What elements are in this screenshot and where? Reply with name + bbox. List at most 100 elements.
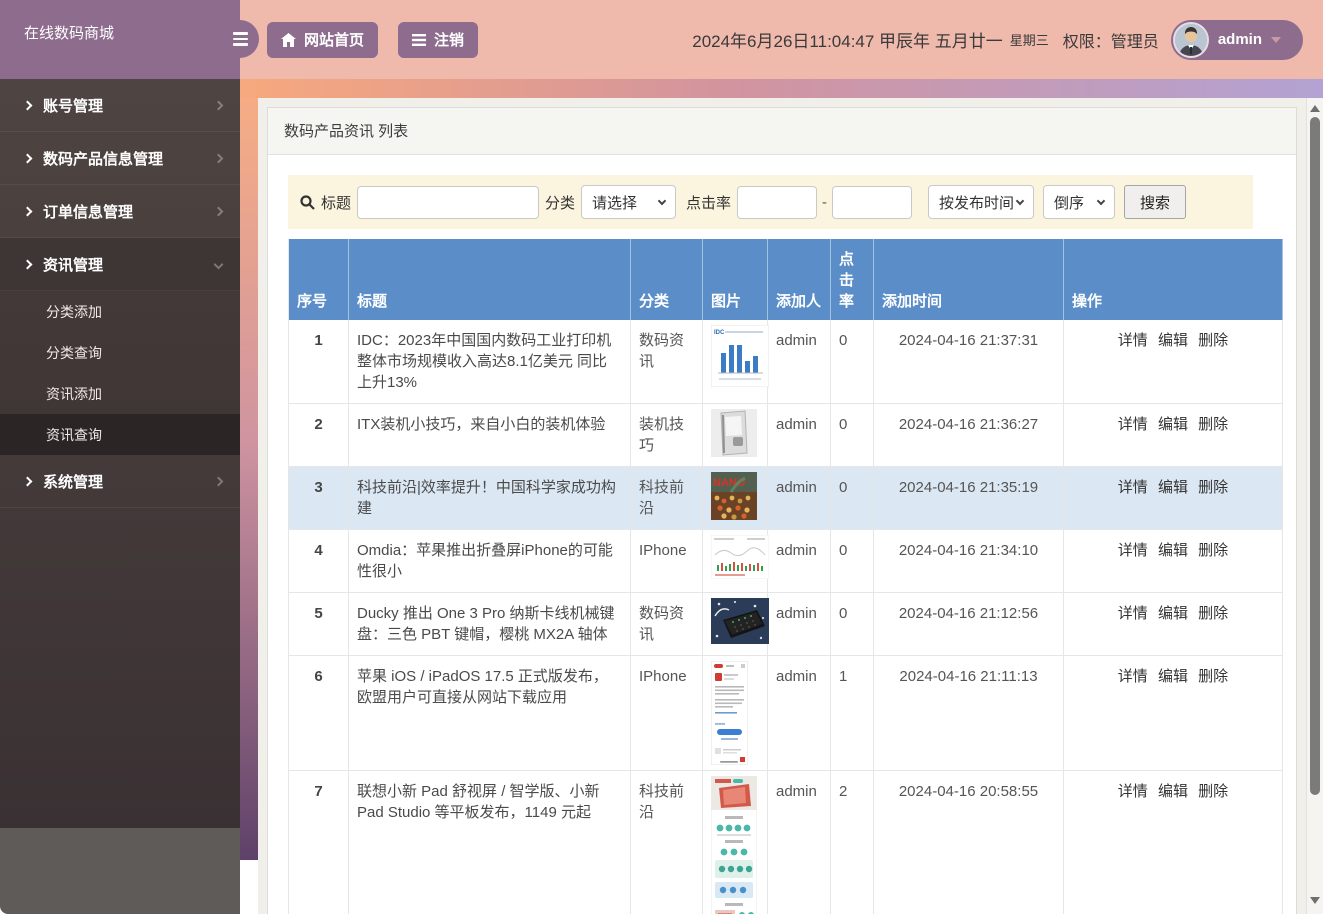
article-title: 科技前沿|效率提升！中国科学家成功构建 bbox=[348, 466, 631, 530]
sidebar: 账号管理 数码产品信息管理 订单信息管理 资讯管理 分类添加 分类查询 资讯添加… bbox=[0, 79, 240, 828]
article-time: 2024-04-16 21:12:56 bbox=[873, 592, 1064, 656]
title-search-input[interactable] bbox=[357, 185, 540, 219]
edit-link[interactable]: 编辑 bbox=[1158, 783, 1188, 800]
col-header-actions: 操作 bbox=[1063, 239, 1283, 320]
delete-link[interactable]: 删除 bbox=[1198, 332, 1228, 349]
chevron-right-icon bbox=[213, 153, 224, 163]
article-clicks: 0 bbox=[830, 320, 874, 404]
news-list-panel: 数码产品资讯 列表 标题 分类 请选择 点击率 - 按发布时间 倒序 搜索 序号… bbox=[267, 107, 1297, 914]
app-title: 在线数码商城 bbox=[0, 0, 240, 79]
home-icon bbox=[281, 32, 296, 47]
delete-link[interactable]: 删除 bbox=[1198, 542, 1228, 559]
search-icon bbox=[300, 194, 315, 210]
article-time: 2024-04-16 20:58:55 bbox=[873, 770, 1064, 914]
article-adder: admin bbox=[767, 770, 831, 914]
table-row: 6 苹果 iOS / iPadOS 17.5 正式版发布，欧盟用户可直接从网站下… bbox=[288, 655, 1283, 771]
col-header-image: 图片 bbox=[702, 239, 768, 320]
article-time: 2024-04-16 21:36:27 bbox=[873, 403, 1064, 467]
datetime-text: 2024年6月26日11:04:47 甲辰年 五月廿一 bbox=[692, 32, 1003, 51]
category-select[interactable]: 请选择 bbox=[581, 185, 677, 219]
delete-link[interactable]: 删除 bbox=[1198, 668, 1228, 685]
article-category: 科技前沿 bbox=[630, 466, 703, 530]
chevron-right-icon bbox=[213, 476, 224, 486]
title-search-label: 标题 bbox=[321, 194, 352, 212]
bar-chart-thumbnail: IDC bbox=[711, 325, 769, 387]
row-index: 1 bbox=[288, 320, 349, 404]
table-row: 5 Ducky 推出 One 3 Pro 纳斯卡线机械键盘：三色 PBT 键帽，… bbox=[288, 592, 1283, 656]
article-category: 数码资讯 bbox=[630, 320, 703, 404]
delete-link[interactable]: 删除 bbox=[1198, 416, 1228, 433]
sidebar-subitem-category-query[interactable]: 分类查询 bbox=[0, 332, 240, 373]
article-title: Ducky 推出 One 3 Pro 纳斯卡线机械键盘：三色 PBT 键帽，樱桃… bbox=[348, 592, 631, 656]
home-button[interactable]: 网站首页 bbox=[267, 21, 379, 58]
sidebar-item-account[interactable]: 账号管理 bbox=[0, 79, 240, 132]
sort-field-select[interactable]: 按发布时间 bbox=[928, 185, 1035, 219]
news-submenu: 分类添加 分类查询 资讯添加 资讯查询 bbox=[0, 291, 240, 455]
app-window: 在线数码商城 账号管理 数码产品信息管理 订单信息管理 资讯管理 分类添加 分类… bbox=[0, 0, 1323, 914]
scroll-down-arrow-icon[interactable] bbox=[1310, 897, 1320, 904]
user-menu[interactable]: admin bbox=[1170, 19, 1303, 60]
detail-link[interactable]: 详情 bbox=[1118, 479, 1148, 496]
table-header-row: 序号 标题 分类 图片 添加人 点击率 添加时间 操作 bbox=[288, 239, 1283, 320]
edit-link[interactable]: 编辑 bbox=[1158, 479, 1188, 496]
sidebar-toggle-button[interactable] bbox=[221, 20, 259, 58]
article-category: IPhone bbox=[630, 655, 703, 771]
sidebar-item-news[interactable]: 资讯管理 bbox=[0, 238, 240, 291]
chevron-right-icon bbox=[22, 206, 33, 216]
clicks-max-input[interactable] bbox=[832, 185, 913, 219]
edit-link[interactable]: 编辑 bbox=[1158, 668, 1188, 685]
row-index: 6 bbox=[288, 655, 349, 771]
article-adder: admin bbox=[767, 403, 831, 467]
vertical-scrollbar[interactable] bbox=[1306, 98, 1323, 914]
logout-button[interactable]: 注销 bbox=[398, 21, 479, 58]
gradient-sliver bbox=[240, 98, 258, 860]
chevron-right-icon bbox=[22, 259, 33, 269]
sidebar-item-products[interactable]: 数码产品信息管理 bbox=[0, 132, 240, 185]
detail-link[interactable]: 详情 bbox=[1118, 416, 1148, 433]
category-label: 分类 bbox=[545, 194, 576, 212]
detail-link[interactable]: 详情 bbox=[1118, 668, 1148, 685]
edit-link[interactable]: 编辑 bbox=[1158, 332, 1188, 349]
sidebar-subitem-category-add[interactable]: 分类添加 bbox=[0, 291, 240, 332]
delete-link[interactable]: 删除 bbox=[1198, 783, 1228, 800]
detail-link[interactable]: 详情 bbox=[1118, 605, 1148, 622]
tablet-infographic-thumbnail bbox=[711, 776, 757, 914]
edit-link[interactable]: 编辑 bbox=[1158, 542, 1188, 559]
article-clicks: 0 bbox=[830, 403, 874, 467]
article-title: IDC：2023年中国国内数码工业打印机整体市场规模收入高达8.1亿美元 同比上… bbox=[348, 320, 631, 404]
scroll-up-arrow-icon[interactable] bbox=[1310, 105, 1320, 112]
detail-link[interactable]: 详情 bbox=[1118, 332, 1148, 349]
table-row: 4 Omdia：苹果推出折叠屏iPhone的可能性很小 IPhone admin… bbox=[288, 529, 1283, 593]
search-bar: 标题 分类 请选择 点击率 - 按发布时间 倒序 搜索 bbox=[288, 175, 1253, 229]
delete-link[interactable]: 删除 bbox=[1198, 479, 1228, 496]
chevron-right-icon bbox=[22, 476, 33, 486]
sidebar-item-orders[interactable]: 订单信息管理 bbox=[0, 185, 240, 238]
sidebar-subitem-news-add[interactable]: 资讯添加 bbox=[0, 373, 240, 414]
row-index: 2 bbox=[288, 403, 349, 467]
row-index: 3 bbox=[288, 466, 349, 530]
sidebar-footer bbox=[0, 828, 240, 914]
sort-order-select[interactable]: 倒序 bbox=[1043, 185, 1116, 219]
dropdown-caret-icon bbox=[1271, 36, 1281, 43]
article-time: 2024-04-16 21:35:19 bbox=[873, 466, 1064, 530]
sidebar-subitem-news-query[interactable]: 资讯查询 bbox=[0, 414, 240, 455]
clicks-min-input[interactable] bbox=[737, 185, 818, 219]
sidebar-item-system[interactable]: 系统管理 bbox=[0, 455, 240, 508]
article-title: ITX装机小技巧，来自小白的装机体验 bbox=[348, 403, 631, 467]
edit-link[interactable]: 编辑 bbox=[1158, 605, 1188, 622]
detail-link[interactable]: 详情 bbox=[1118, 783, 1148, 800]
chevron-right-icon bbox=[22, 100, 33, 110]
stock-chart-thumbnail bbox=[711, 535, 769, 579]
scrollbar-thumb[interactable] bbox=[1310, 117, 1320, 795]
table-row: 1 IDC：2023年中国国内数码工业打印机整体市场规模收入高达8.1亿美元 同… bbox=[288, 320, 1283, 404]
chevron-right-icon bbox=[213, 100, 224, 110]
row-index: 7 bbox=[288, 770, 349, 914]
edit-link[interactable]: 编辑 bbox=[1158, 416, 1188, 433]
detail-link[interactable]: 详情 bbox=[1118, 542, 1148, 559]
article-clicks: 2 bbox=[830, 770, 874, 914]
search-button[interactable]: 搜索 bbox=[1124, 185, 1187, 219]
delete-link[interactable]: 删除 bbox=[1198, 605, 1228, 622]
iphone-screenshot-thumbnail bbox=[711, 661, 748, 765]
table-row: 3 科技前沿|效率提升！中国科学家成功构建 科技前沿 NANO admin 0 … bbox=[288, 466, 1283, 530]
chevron-down-icon bbox=[1096, 196, 1106, 205]
